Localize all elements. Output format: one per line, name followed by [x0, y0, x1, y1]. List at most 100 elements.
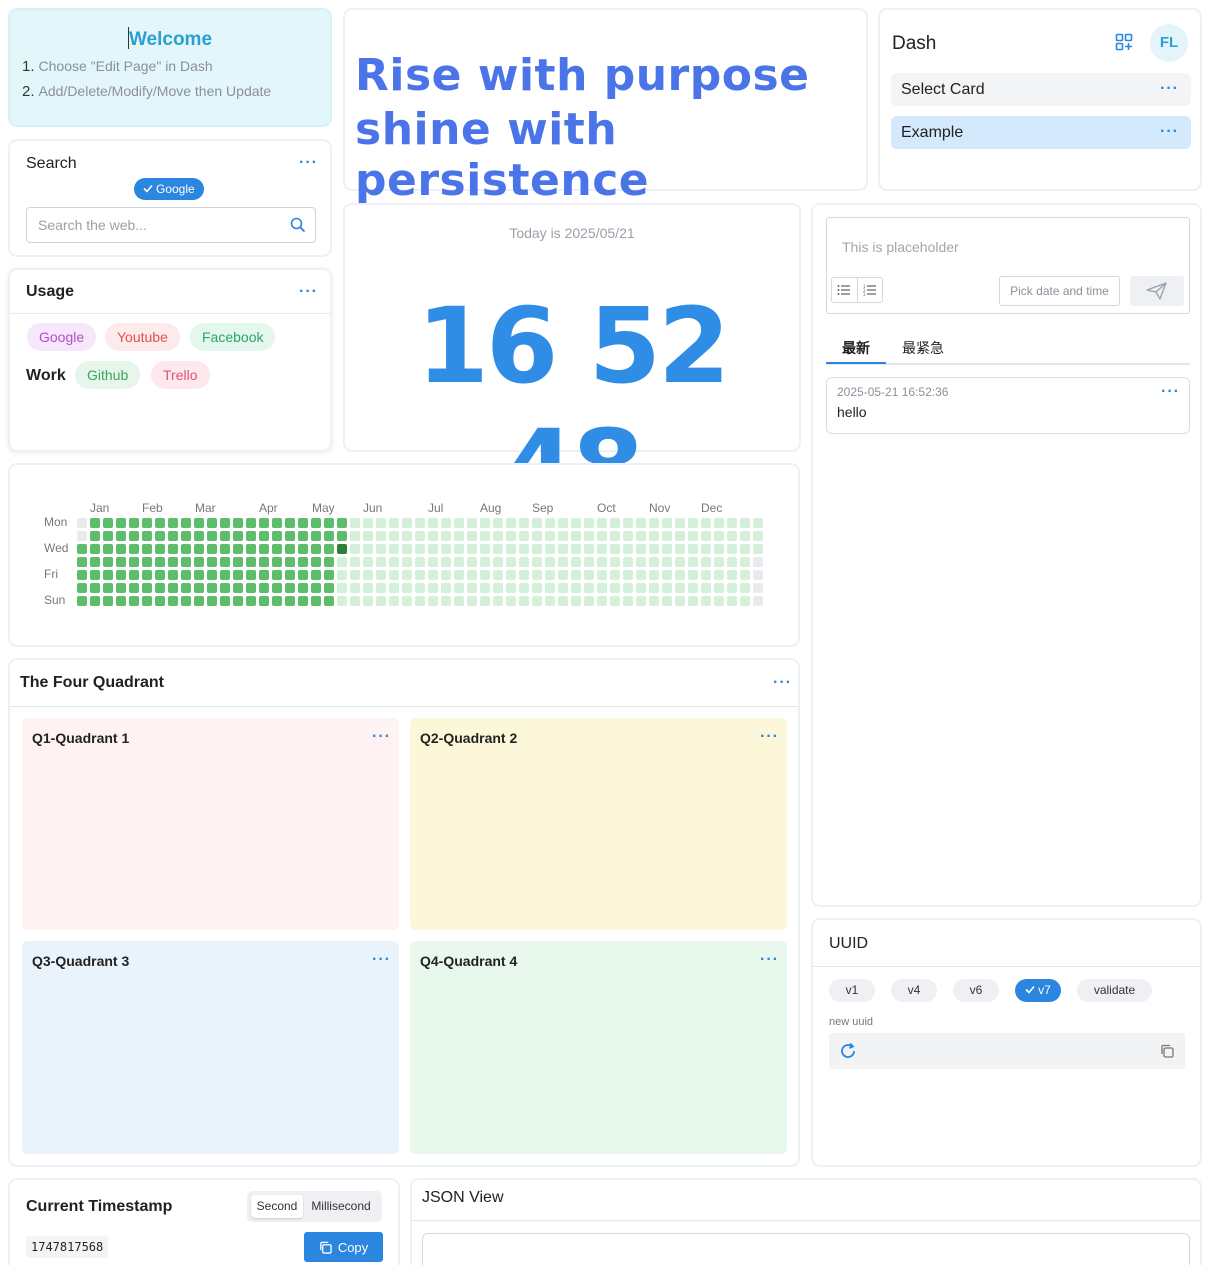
search-field[interactable] — [26, 207, 316, 243]
heatmap-cell — [194, 596, 204, 606]
json-input[interactable] — [422, 1233, 1190, 1265]
tab-urgent[interactable]: 最紧急 — [902, 338, 944, 358]
bullet-list-icon[interactable] — [832, 278, 857, 302]
usage-link-facebook[interactable]: Facebook — [190, 323, 276, 351]
heatmap-cell — [233, 531, 243, 541]
heatmap-cell — [597, 596, 607, 606]
heatmap-cell — [77, 583, 87, 593]
more-icon[interactable]: ··· — [299, 155, 318, 171]
note-item[interactable]: 2025-05-21 16:52:36 hello ··· — [826, 377, 1190, 434]
uuid-version-v7[interactable]: v7 — [1015, 979, 1061, 1002]
numbered-list-icon[interactable]: 123 — [856, 278, 883, 302]
heatmap-cell — [740, 583, 750, 593]
heatmap-cell — [727, 518, 737, 528]
heatmap-cell — [129, 557, 139, 567]
uuid-version-v6[interactable]: v6 — [953, 979, 999, 1002]
mode-millisecond[interactable]: Millisecond — [305, 1195, 377, 1218]
heatmap-cell — [311, 531, 321, 541]
heatmap-cell — [675, 570, 685, 580]
heatmap-cell — [77, 518, 87, 528]
heatmap-cell — [103, 544, 113, 554]
heatmap-cell — [636, 544, 646, 554]
heatmap-cell — [285, 596, 295, 606]
heatmap-cell — [363, 531, 373, 541]
heatmap-cell — [519, 531, 529, 541]
heatmap-cell — [428, 570, 438, 580]
welcome-card: Welcome 1. Choose "Edit Page" in Dash 2. A… — [8, 8, 332, 127]
more-icon[interactable]: ··· — [760, 729, 779, 745]
dash-item-example[interactable]: Example ··· — [891, 116, 1191, 149]
uuid-validate[interactable]: validate — [1077, 979, 1152, 1002]
heatmap-day-label: Mon — [44, 515, 68, 529]
heatmap-cell — [610, 557, 620, 567]
more-icon[interactable]: ··· — [299, 284, 318, 300]
uuid-card: UUID v1 v4 v6 v7 validate new uuid — [811, 918, 1202, 1167]
uuid-version-v1[interactable]: v1 — [829, 979, 875, 1002]
tab-latest[interactable]: 最新 — [842, 338, 870, 358]
heatmap-cell — [259, 557, 269, 567]
heatmap-cell — [376, 583, 386, 593]
usage-link-google[interactable]: Google — [27, 323, 97, 351]
usage-link-trello[interactable]: Trello — [151, 361, 210, 389]
search-icon[interactable] — [290, 217, 306, 233]
heatmap-cell — [402, 583, 412, 593]
heatmap-cell — [714, 544, 724, 554]
dash-item-select-card[interactable]: Select Card ··· — [891, 73, 1191, 106]
heatmap-cell — [181, 583, 191, 593]
more-icon[interactable]: ··· — [773, 675, 792, 691]
more-icon[interactable]: ··· — [372, 729, 391, 745]
search-engine-chip[interactable]: Google — [134, 178, 204, 200]
more-icon[interactable]: ··· — [1160, 81, 1179, 97]
heatmap-cell — [363, 544, 373, 554]
mode-second[interactable]: Second — [251, 1195, 303, 1218]
heatmap-cell — [285, 518, 295, 528]
heatmap-cell — [324, 531, 334, 541]
heatmap-cell — [519, 544, 529, 554]
heatmap-cell — [259, 596, 269, 606]
grid-add-icon[interactable] — [1115, 33, 1133, 51]
refresh-icon[interactable] — [839, 1042, 857, 1060]
heatmap-cell — [77, 557, 87, 567]
more-icon[interactable]: ··· — [760, 952, 779, 968]
heatmap-cell — [376, 570, 386, 580]
usage-link-github[interactable]: Github — [75, 361, 141, 389]
more-icon[interactable]: ··· — [1161, 384, 1180, 400]
heatmap-cell — [454, 557, 464, 567]
send-button[interactable] — [1130, 276, 1184, 306]
copy-icon[interactable] — [1160, 1044, 1174, 1058]
check-icon — [1025, 985, 1035, 994]
heatmap-cell — [532, 557, 542, 567]
heatmap-cell — [428, 583, 438, 593]
heatmap-cell — [558, 531, 568, 541]
more-icon[interactable]: ··· — [372, 952, 391, 968]
quadrant-header: The Four Quadrant — [10, 660, 798, 707]
avatar[interactable]: FL — [1150, 24, 1188, 62]
more-icon[interactable]: ··· — [1160, 124, 1179, 140]
uuid-version-v4[interactable]: v4 — [891, 979, 937, 1002]
heatmap-cell — [493, 557, 503, 567]
quadrant-3[interactable]: Q3-Quadrant 3 ··· — [22, 941, 399, 1154]
date-time-picker[interactable]: Pick date and time — [999, 276, 1120, 306]
usage-link-youtube[interactable]: Youtube — [105, 323, 180, 351]
copy-button[interactable]: Copy — [304, 1232, 383, 1262]
heatmap-cell — [337, 531, 347, 541]
heatmap-cell — [454, 570, 464, 580]
list-toolbar: 123 — [831, 277, 883, 303]
heatmap-cell — [623, 596, 633, 606]
heatmap-cell — [584, 596, 594, 606]
quadrant-1[interactable]: Q1-Quadrant 1 ··· — [22, 718, 399, 930]
heatmap-cell — [168, 531, 178, 541]
heatmap-cell — [103, 583, 113, 593]
heatmap-cell — [90, 557, 100, 567]
heatmap-cell — [129, 583, 139, 593]
heatmap-cell — [246, 570, 256, 580]
heatmap-cell — [168, 583, 178, 593]
heatmap-cell — [155, 518, 165, 528]
heatmap-cell — [116, 570, 126, 580]
uuid-output[interactable] — [829, 1033, 1185, 1069]
quadrant-4[interactable]: Q4-Quadrant 4 ··· — [410, 941, 787, 1154]
heatmap-cell — [272, 518, 282, 528]
search-input[interactable] — [38, 208, 288, 242]
quadrant-2[interactable]: Q2-Quadrant 2 ··· — [410, 718, 787, 930]
note-editor[interactable]: This is placeholder 123 Pick date and ti… — [826, 217, 1190, 314]
